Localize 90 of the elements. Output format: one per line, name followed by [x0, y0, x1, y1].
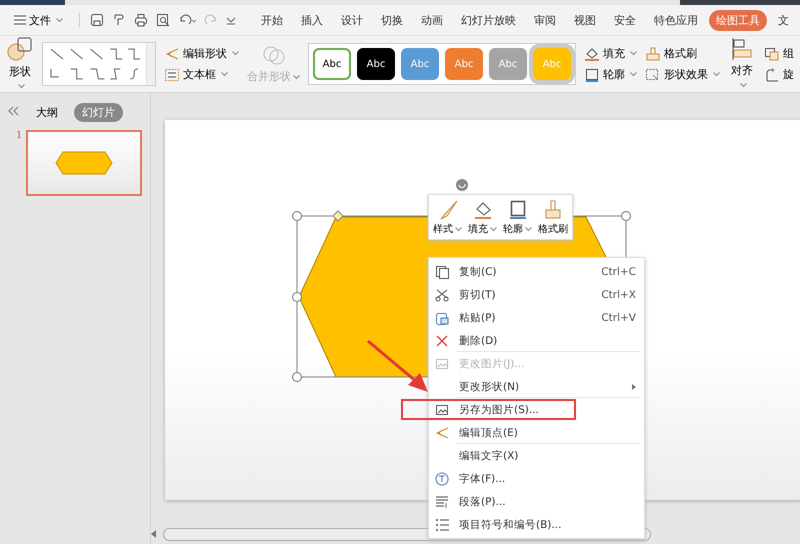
menu-icon: [14, 15, 26, 25]
ribbon-tab[interactable]: 插入: [294, 10, 330, 30]
menu-item[interactable]: 项目符号和编号(B)...: [429, 513, 644, 536]
edit-points-icon: [164, 46, 180, 60]
menu-item[interactable]: 字体(F)...: [429, 467, 644, 490]
align-button[interactable]: 对齐: [728, 37, 756, 91]
shapes-icon: [6, 36, 34, 62]
caret-icon: [56, 18, 63, 22]
pane-tab[interactable]: 幻灯片: [74, 103, 123, 122]
paste-icon: [435, 310, 449, 324]
delete-icon: [435, 334, 449, 348]
shortcut-text: Ctrl+V: [601, 312, 636, 324]
paragraph-icon: [435, 494, 449, 508]
toolbar-button[interactable]: 样式: [433, 199, 462, 236]
image-icon: [435, 356, 449, 370]
ribbon-tab[interactable]: 幻灯片放映: [454, 10, 523, 30]
align-icon: [731, 37, 753, 61]
ribbon-tab[interactable]: 设计: [334, 10, 370, 30]
adjust-handle[interactable]: [332, 210, 344, 222]
outline-button[interactable]: 轮廓: [584, 67, 637, 82]
style-preset[interactable]: Abc: [313, 48, 351, 80]
ribbon-tab[interactable]: 开始: [254, 10, 290, 30]
toolbar-button[interactable]: 轮廓: [503, 199, 532, 236]
format-painter-icon: [112, 13, 126, 27]
toolbar-button[interactable]: 格式刷: [538, 199, 568, 236]
bullet-list-icon: [435, 518, 449, 532]
caret-icon: [630, 51, 637, 56]
outline-icon: [584, 68, 600, 82]
print-icon: [134, 13, 148, 27]
text-box-button[interactable]: 文本框: [164, 67, 239, 82]
ribbon-tab[interactable]: 审阅: [527, 10, 563, 30]
caret-icon: [232, 51, 239, 56]
format-painter-button[interactable]: 格式刷: [645, 46, 720, 61]
rotate-handle-icon[interactable]: [456, 179, 468, 191]
font-icon: [435, 472, 449, 486]
menu-item[interactable]: 粘贴(P) Ctrl+V: [429, 306, 644, 329]
ribbon-tab[interactable]: 特色应用: [647, 10, 705, 30]
shortcut-text: Ctrl+X: [601, 288, 636, 300]
caret-icon: [713, 72, 720, 77]
menu-item[interactable]: 段落(P)...: [429, 490, 644, 513]
toolbar-button[interactable]: 填充: [468, 199, 497, 236]
ribbon-tab[interactable]: 切换: [374, 10, 410, 30]
caret-icon: [740, 83, 746, 88]
slide-thumbnail[interactable]: [26, 130, 142, 196]
menu-item[interactable]: 复制(C) Ctrl+C: [429, 260, 644, 283]
shapes-button[interactable]: 形状: [6, 36, 34, 92]
merge-shapes-icon: [260, 44, 286, 66]
caret-icon: [455, 227, 462, 232]
style-preset[interactable]: Abc: [357, 48, 395, 80]
caret-icon: [221, 72, 228, 77]
left-arrow-icon: [151, 530, 157, 538]
text-box-icon: [164, 68, 180, 82]
group-button[interactable]: 组: [764, 46, 794, 61]
image-icon: [435, 402, 449, 416]
fill-button[interactable]: 填充: [584, 46, 637, 61]
shape-effects-button[interactable]: 形状效果: [645, 67, 720, 82]
hexagon-shape: [55, 151, 114, 175]
group-icon: [764, 46, 780, 60]
edit-shape-button[interactable]: 编辑形状: [164, 46, 239, 61]
save-icon: [90, 13, 104, 27]
pane-tab[interactable]: 大纲: [28, 103, 66, 122]
menu-item[interactable]: 编辑文字(X): [429, 444, 644, 467]
ribbon-tab[interactable]: 视图: [567, 10, 603, 30]
ribbon-tab[interactable]: 安全: [607, 10, 643, 30]
caret-icon: [630, 72, 637, 77]
menu-item[interactable]: 剪切(T) Ctrl+X: [429, 283, 644, 306]
caret-icon: [293, 75, 300, 80]
menu-item[interactable]: 另存为图片(S)...: [401, 399, 576, 420]
undo-icon: [178, 13, 196, 27]
rotate-icon: [764, 68, 780, 82]
fill-bucket-icon: [584, 46, 600, 60]
file-menu[interactable]: 文件: [10, 10, 67, 30]
caret-icon: [525, 227, 532, 232]
caret-icon: [18, 84, 24, 89]
rotate-button[interactable]: 旋: [764, 67, 794, 82]
double-chevron-icon: [8, 106, 20, 116]
ribbon-tab[interactable]: 文: [771, 10, 796, 30]
caret-icon: [490, 227, 497, 232]
scroll-left-button[interactable]: [151, 530, 157, 538]
scissors-icon: [435, 288, 449, 302]
edit-points-icon: [435, 426, 449, 440]
redo-icon: [204, 13, 218, 27]
ribbon-tab[interactable]: 动画: [414, 10, 450, 30]
brush-icon: [645, 46, 661, 60]
shape-effects-icon: [645, 68, 661, 82]
print-preview-icon: [156, 13, 170, 27]
submenu-arrow-icon: [632, 384, 636, 390]
copy-icon: [435, 264, 449, 278]
shortcut-text: Ctrl+C: [601, 266, 636, 278]
slide-number: 1: [16, 130, 22, 141]
